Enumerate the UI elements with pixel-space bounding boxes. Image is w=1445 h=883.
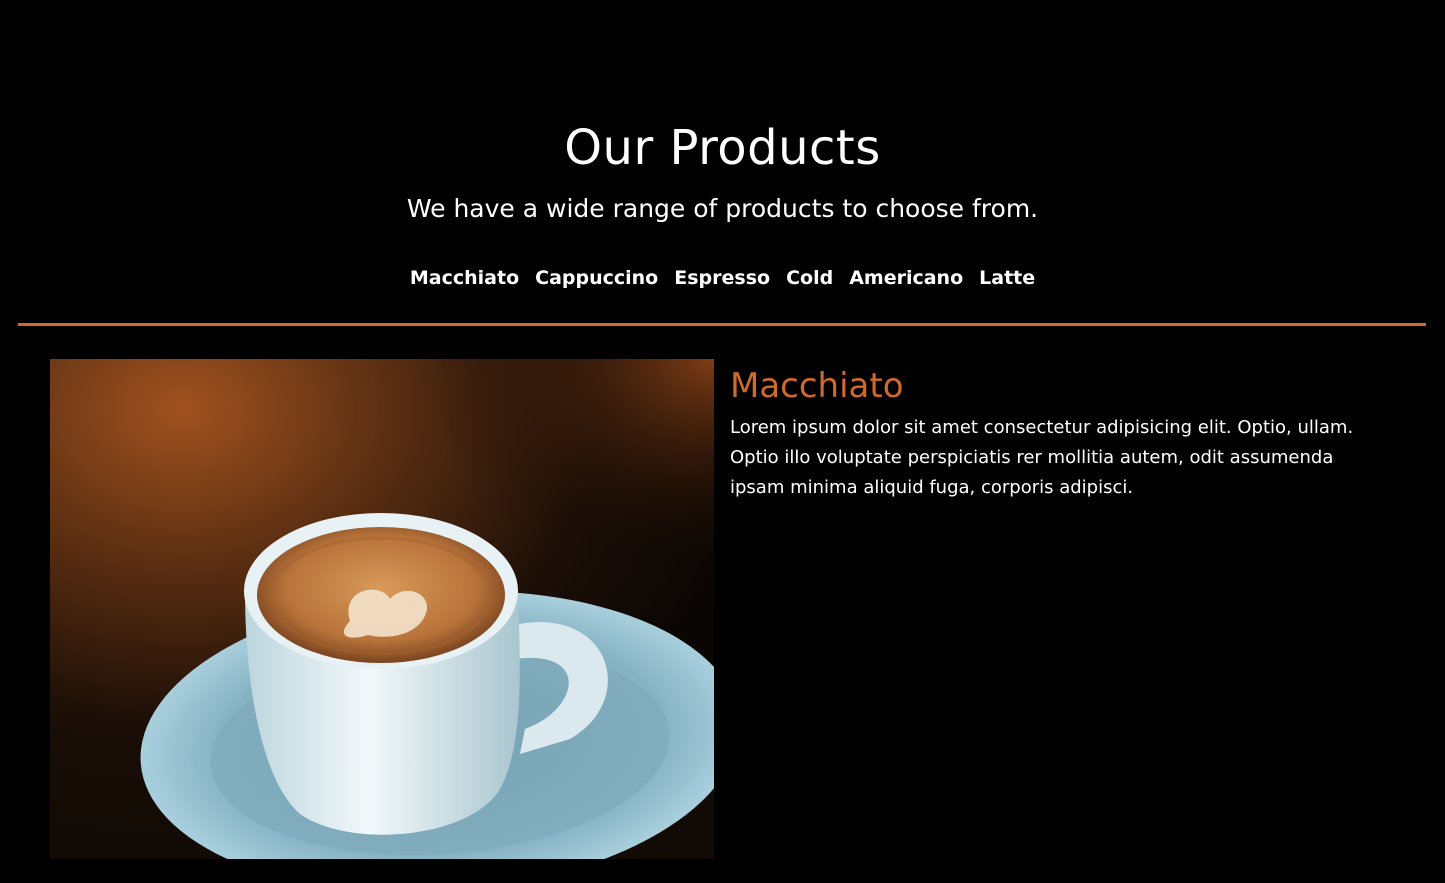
tab-cold[interactable]: Cold <box>786 264 833 292</box>
tab-macchiato[interactable]: Macchiato <box>410 264 519 292</box>
section-divider <box>18 323 1426 326</box>
products-page: Our Products We have a wide range of pro… <box>0 0 1445 883</box>
section-subtitle: We have a wide range of products to choo… <box>406 194 1039 223</box>
product-tabs: Macchiato Cappuccino Espresso Cold Ameri… <box>0 264 1445 292</box>
product-image <box>50 359 714 859</box>
product-title: Macchiato <box>730 366 904 406</box>
tab-americano[interactable]: Americano <box>849 264 963 292</box>
tab-cappuccino[interactable]: Cappuccino <box>535 264 658 292</box>
tab-latte[interactable]: Latte <box>979 264 1035 292</box>
tab-espresso[interactable]: Espresso <box>674 264 770 292</box>
section-title: Our Products <box>564 120 881 176</box>
coffee-cup-photo-icon <box>50 359 714 859</box>
product-description: Lorem ipsum dolor sit amet consectetur a… <box>730 417 1354 498</box>
